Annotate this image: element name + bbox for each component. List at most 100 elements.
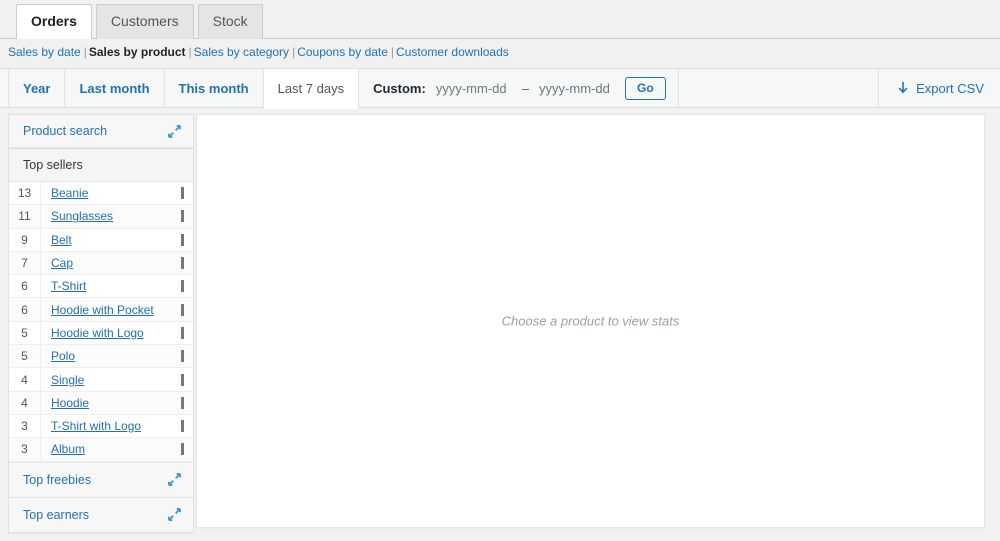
row-name: Hoodie with Pocket	[41, 303, 171, 317]
row-bar-cell	[171, 303, 193, 316]
product-link[interactable]: Hoodie with Logo	[51, 326, 144, 340]
sparkline-bar-icon	[180, 350, 184, 363]
range-last-month[interactable]: Last month	[65, 69, 165, 108]
product-link[interactable]: Cap	[51, 256, 73, 270]
sparkline-bar-icon	[180, 326, 184, 339]
table-row[interactable]: 3 Album	[9, 438, 193, 462]
expand-icon	[168, 508, 181, 522]
row-name: Hoodie	[41, 396, 171, 410]
sparkline-bar-icon	[180, 257, 184, 270]
row-name: Belt	[41, 233, 171, 247]
row-name: T-Shirt with Logo	[41, 419, 171, 433]
product-link[interactable]: Beanie	[51, 186, 88, 200]
top-earners-toggle[interactable]: Top earners	[9, 496, 193, 532]
product-link[interactable]: Hoodie with Pocket	[51, 303, 154, 317]
sparkline-bar-icon	[180, 280, 184, 293]
range-this-month[interactable]: This month	[165, 69, 264, 108]
row-count: 3	[9, 414, 41, 438]
top-earners-label: Top earners	[23, 507, 90, 522]
row-bar-cell	[171, 420, 193, 433]
sparkline-bar-icon	[180, 373, 184, 386]
table-row[interactable]: 6 Hoodie with Pocket	[9, 298, 193, 322]
row-bar-cell	[171, 326, 193, 339]
tab-customers[interactable]: Customers	[95, 4, 194, 39]
report-subnav: Sales by date | Sales by product | Sales by …	[8, 44, 509, 60]
table-row[interactable]: 13 Beanie	[9, 182, 193, 206]
sparkline-bar-icon	[180, 420, 184, 433]
row-bar-cell	[171, 396, 193, 409]
top-freebies-label: Top freebies	[23, 472, 92, 487]
date-range-list: Year Last month This month Last 7 days C…	[8, 69, 679, 109]
row-bar-cell	[171, 350, 193, 363]
table-row[interactable]: 6 T-Shirt	[9, 275, 193, 299]
go-button[interactable]: Go	[625, 77, 666, 100]
row-name: Beanie	[41, 186, 171, 200]
export-csv-button[interactable]: Export CSV	[897, 81, 984, 96]
subnav-sales-by-date[interactable]: Sales by date	[8, 45, 81, 59]
product-link[interactable]: Belt	[51, 233, 72, 247]
date-range-dash: –	[521, 81, 530, 96]
row-count: 5	[9, 321, 41, 345]
tab-orders[interactable]: Orders	[16, 4, 92, 39]
table-row[interactable]: 11 Sunglasses	[9, 205, 193, 229]
product-search-label: Product search	[23, 124, 108, 138]
top-freebies-toggle[interactable]: Top freebies	[9, 461, 193, 497]
row-count: 6	[9, 298, 41, 321]
subnav-separator: |	[83, 45, 87, 59]
product-link[interactable]: T-Shirt with Logo	[51, 419, 141, 433]
product-link[interactable]: Sunglasses	[51, 209, 113, 223]
product-link[interactable]: Single	[51, 373, 84, 387]
date-to-input[interactable]	[539, 79, 616, 98]
row-count: 7	[9, 251, 41, 275]
row-count: 11	[9, 205, 41, 228]
table-row[interactable]: 5 Polo	[9, 345, 193, 369]
sparkline-bar-icon	[180, 443, 184, 456]
sparkline-bar-icon	[180, 303, 184, 316]
table-row[interactable]: 5 Hoodie with Logo	[9, 321, 193, 346]
top-sellers-title: Top sellers	[9, 148, 193, 182]
table-row[interactable]: 9 Belt	[9, 228, 193, 252]
row-bar-cell	[171, 373, 193, 386]
product-link[interactable]: Hoodie	[51, 396, 89, 410]
row-bar-cell	[171, 280, 193, 293]
row-name: Polo	[41, 349, 171, 363]
subnav-separator: |	[292, 45, 296, 59]
subnav-coupons-by-date[interactable]: Coupons by date	[297, 45, 388, 59]
row-name: Album	[41, 442, 171, 456]
custom-range-group: Custom: – Go	[359, 69, 679, 108]
product-link[interactable]: T-Shirt	[51, 279, 86, 293]
reports-sidebar: Product search Top sellers 13 Beanie 11 …	[8, 114, 194, 533]
range-last-7-days[interactable]: Last 7 days	[263, 69, 360, 109]
chart-panel: Choose a product to view stats	[196, 114, 985, 528]
row-bar-cell	[171, 443, 193, 456]
table-row[interactable]: 4 Single	[9, 368, 193, 392]
row-count: 6	[9, 275, 41, 298]
product-link[interactable]: Album	[51, 442, 85, 456]
row-count: 9	[9, 228, 41, 251]
row-bar-cell	[171, 187, 193, 200]
table-row[interactable]: 7 Cap	[9, 251, 193, 276]
top-sellers-list: 13 Beanie 11 Sunglasses 9 Belt 7 Cap 6 T…	[9, 182, 193, 462]
expand-icon	[168, 124, 181, 138]
date-filter-bar: Year Last month This month Last 7 days C…	[0, 68, 1000, 109]
subnav-sales-by-category[interactable]: Sales by category	[194, 45, 289, 59]
subnav-customer-downloads[interactable]: Customer downloads	[396, 45, 509, 59]
row-count: 5	[9, 345, 41, 368]
product-search-toggle[interactable]: Product search	[9, 115, 193, 148]
range-year[interactable]: Year	[9, 69, 66, 108]
subnav-sales-by-product[interactable]: Sales by product	[89, 45, 186, 59]
row-count: 4	[9, 391, 41, 414]
custom-range-label: Custom:	[373, 81, 426, 96]
tab-stock[interactable]: Stock	[197, 4, 263, 39]
tab-list: Orders Customers Stock	[16, 4, 267, 39]
row-name: Cap	[41, 256, 171, 270]
product-link[interactable]: Polo	[51, 349, 75, 363]
download-arrow-icon	[898, 81, 908, 93]
sparkline-bar-icon	[180, 233, 184, 246]
table-row[interactable]: 4 Hoodie	[9, 391, 193, 415]
sparkline-bar-icon	[180, 396, 184, 409]
subnav-separator: |	[390, 45, 395, 59]
date-from-input[interactable]	[435, 79, 512, 98]
row-count: 3	[9, 438, 41, 461]
table-row[interactable]: 3 T-Shirt with Logo	[9, 414, 193, 439]
